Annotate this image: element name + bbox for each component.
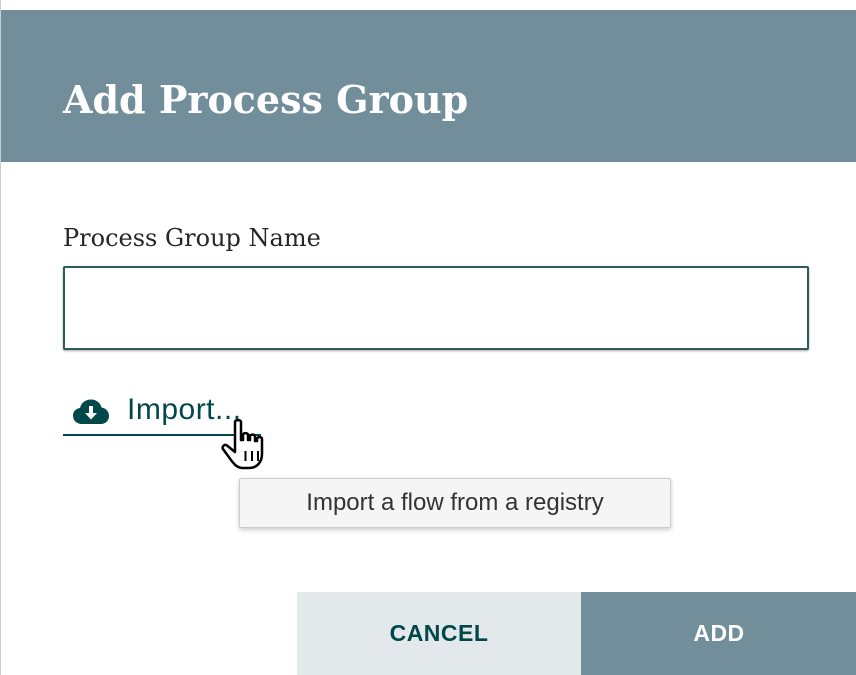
cancel-button[interactable]: CANCEL [297,592,581,675]
dialog-title: Add Process Group [63,77,469,122]
dialog-header: Add Process Group [1,10,856,162]
process-group-name-input[interactable] [63,266,809,350]
add-button[interactable]: ADD [581,592,856,675]
cloud-download-icon [73,399,109,424]
process-group-name-label: Process Group Name [63,224,321,252]
add-process-group-dialog: Add Process Group Process Group Name Imp… [0,0,856,675]
hand-pointer-cursor-icon [221,418,264,470]
import-tooltip: Import a flow from a registry [239,478,671,528]
